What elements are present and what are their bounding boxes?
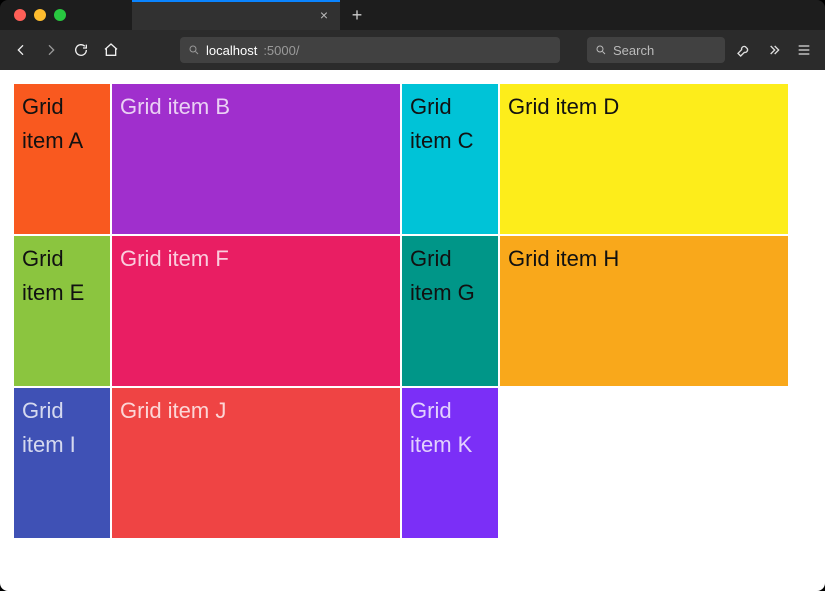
grid-item: Grid item J	[112, 388, 400, 538]
browser-window: × + localhost :5000/ Search	[0, 0, 825, 591]
url-host: localhost	[206, 43, 257, 58]
grid-item: Grid item E	[14, 236, 110, 386]
menu-button[interactable]	[793, 39, 815, 61]
grid-item: Grid item K	[402, 388, 498, 538]
forward-button[interactable]	[40, 39, 62, 61]
search-placeholder: Search	[613, 43, 654, 58]
search-bar[interactable]: Search	[587, 37, 725, 63]
grid-item: Grid item C	[402, 84, 498, 234]
tab-strip: × +	[132, 0, 374, 30]
reload-icon	[73, 42, 89, 58]
arrow-right-icon	[43, 42, 59, 58]
close-tab-icon[interactable]: ×	[320, 7, 328, 23]
grid-item: Grid item D	[500, 84, 788, 234]
window-controls	[0, 9, 66, 21]
close-window-button[interactable]	[14, 9, 26, 21]
page-content: Grid item AGrid item BGrid item CGrid it…	[0, 70, 825, 591]
grid-item: Grid item A	[14, 84, 110, 234]
search-icon	[595, 44, 607, 56]
home-icon	[103, 42, 119, 58]
developer-tools-button[interactable]	[733, 39, 755, 61]
minimize-window-button[interactable]	[34, 9, 46, 21]
titlebar: × +	[0, 0, 825, 30]
home-button[interactable]	[100, 39, 122, 61]
address-bar[interactable]: localhost :5000/	[180, 37, 560, 63]
grid-item: Grid item I	[14, 388, 110, 538]
new-tab-button[interactable]: +	[340, 0, 374, 30]
reload-button[interactable]	[70, 39, 92, 61]
toolbar: localhost :5000/ Search	[0, 30, 825, 70]
arrow-left-icon	[13, 42, 29, 58]
grid-item: Grid item B	[112, 84, 400, 234]
grid-item: Grid item G	[402, 236, 498, 386]
wrench-icon	[736, 42, 752, 58]
chevrons-right-icon	[766, 42, 782, 58]
url-rest: :5000/	[263, 43, 299, 58]
browser-tab-active[interactable]: ×	[132, 0, 340, 30]
overflow-button[interactable]	[763, 39, 785, 61]
back-button[interactable]	[10, 39, 32, 61]
css-grid-demo: Grid item AGrid item BGrid item CGrid it…	[14, 84, 811, 538]
grid-item: Grid item H	[500, 236, 788, 386]
hamburger-icon	[796, 42, 812, 58]
grid-item: Grid item F	[112, 236, 400, 386]
search-icon	[188, 44, 200, 56]
zoom-window-button[interactable]	[54, 9, 66, 21]
